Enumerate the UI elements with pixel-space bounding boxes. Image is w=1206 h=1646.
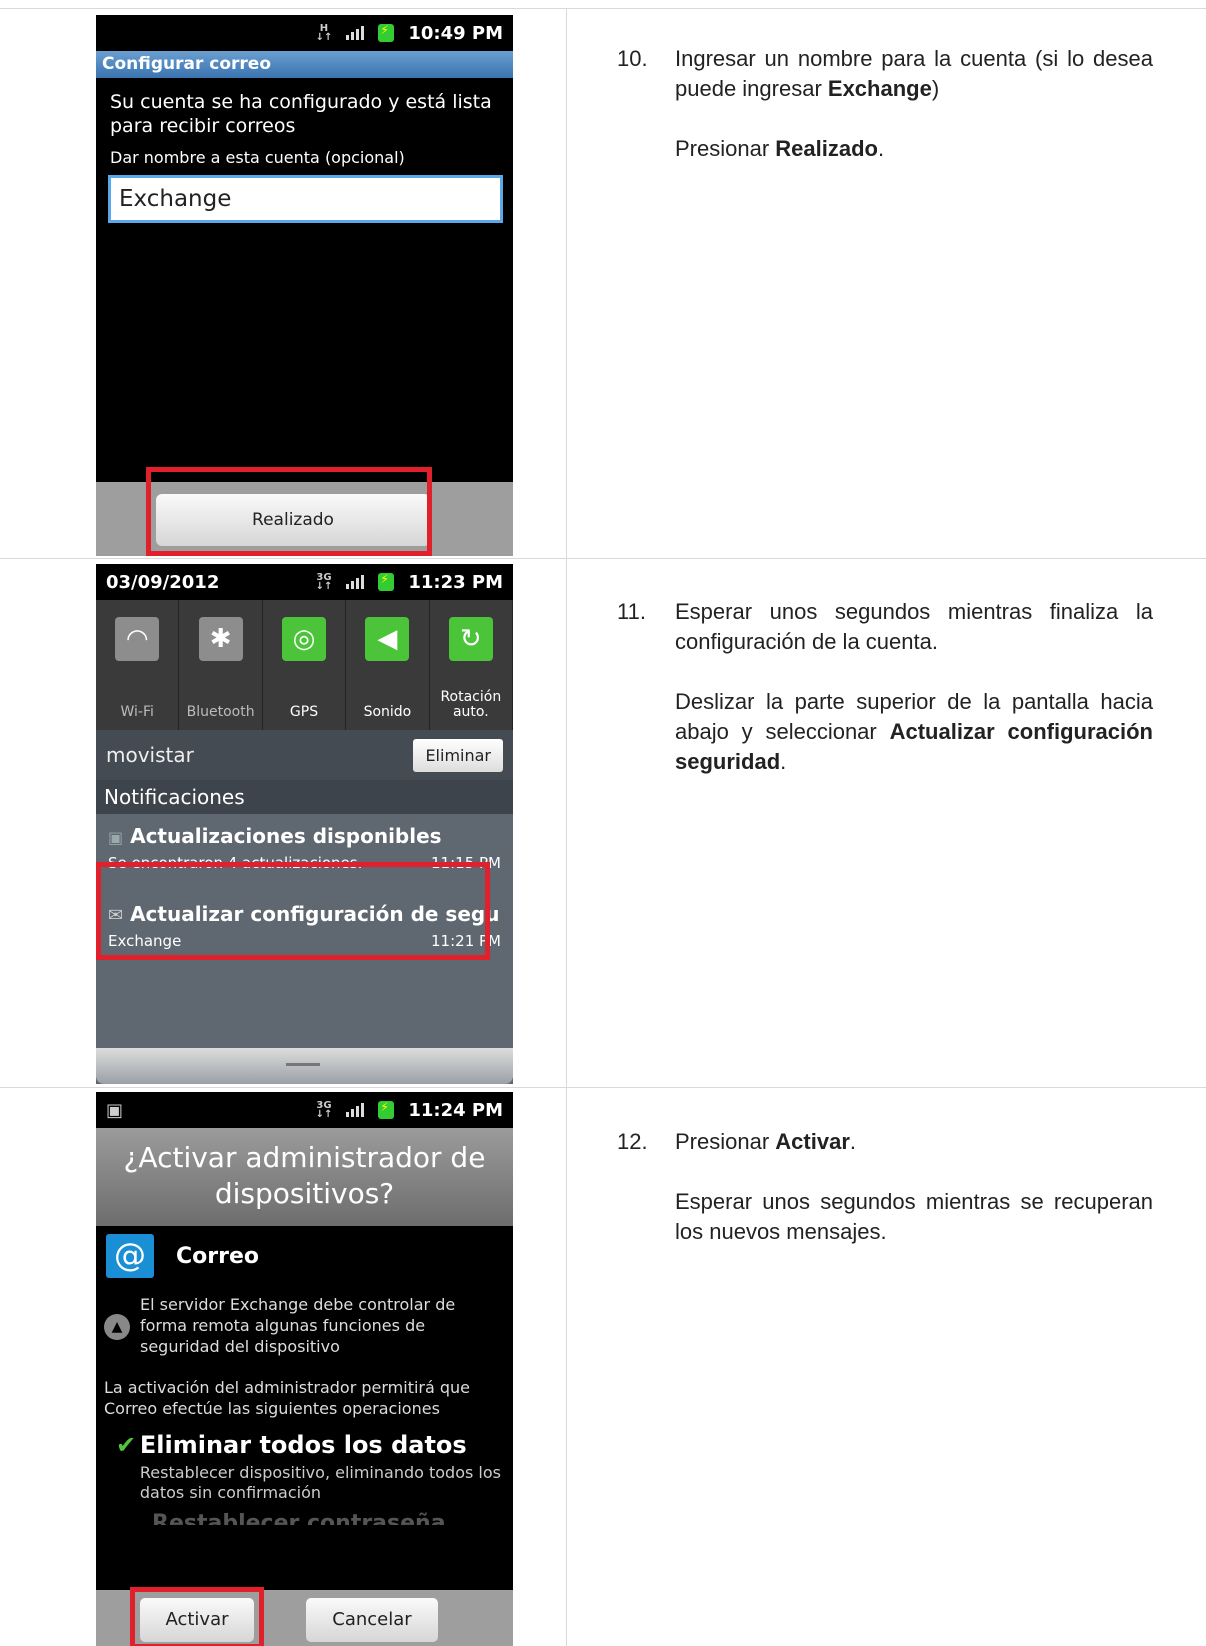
battery-icon (378, 23, 395, 42)
quick-settings: ◠ Wi-Fi ✱ Bluetooth ◎ GPS ◀ Sonido ↻ Rotación… (96, 600, 513, 730)
step-text: Presionar Realizado. (675, 136, 885, 161)
step-10: 10. Ingresar un nombre para la cuenta (s… (617, 44, 1153, 164)
permission-item: ✔ Eliminar todos los datos Restablecer d… (116, 1431, 501, 1502)
bluetooth-icon: ✱ (198, 617, 243, 661)
cancelar-button[interactable]: Cancelar (306, 1598, 438, 1642)
signal-icon (346, 26, 365, 40)
table-border-mid (566, 8, 567, 1646)
highlight-box (96, 862, 490, 960)
quick-gps[interactable]: ◎ GPS (263, 600, 347, 730)
carrier-row: movistar Eliminar (96, 730, 513, 780)
step-number: 11. (617, 599, 646, 624)
step-number: 12. (617, 1129, 648, 1154)
dialog-title: ¿Activar administrador de dispositivos? (96, 1128, 513, 1226)
quick-bluetooth[interactable]: ✱ Bluetooth (179, 600, 263, 730)
step-text: Ingresar un nombre para la cuenta (si lo… (675, 46, 1153, 101)
status-time: 10:49 PM (408, 22, 503, 44)
signal-icon (346, 1103, 365, 1117)
status-bar: H↓↑ 10:49 PM (96, 15, 513, 51)
quick-rotation[interactable]: ↻ Rotación auto. (430, 600, 513, 730)
network-icon: 3G ↓↑ (315, 1100, 333, 1120)
screenshot-notification-panel: 03/09/2012 3G↓↑ 11:23 PM ◠Wi-Fi ✱Bluetoo… (96, 564, 513, 1084)
screenshot-configurar-correo: H↓↑ 10:49 PM Configurar correo Su cuenta… (96, 15, 513, 556)
step-text: Deslizar la parte superior de la pantall… (675, 689, 1153, 774)
step-number: 10. (617, 46, 648, 71)
drag-handle[interactable] (96, 1048, 513, 1084)
highlight-box (146, 467, 432, 556)
signal-icon (346, 575, 365, 589)
wifi-icon: ◠ (115, 617, 160, 661)
chevron-up-icon[interactable]: ▲ (104, 1314, 130, 1340)
screenshot-device-admin: ▣ 3G↓↑ 11:24 PM ¿Activar administrador d… (96, 1092, 513, 1646)
carrier-name: movistar (106, 743, 194, 767)
gps-icon: ◎ (282, 617, 327, 661)
battery-icon (378, 572, 395, 591)
step-12: 12. Presionar Activar. Esperar unos segu… (617, 1127, 1153, 1247)
admin-description: ▲ El servidor Exchange debe controlar de… (96, 1286, 513, 1357)
screen-title: Configurar correo (96, 51, 513, 78)
step-text: Esperar unos segundos mientras se recupe… (675, 1189, 1153, 1244)
activation-text: La activación del administrador permitir… (104, 1378, 471, 1418)
package-icon: ▣ (108, 828, 124, 847)
network-icon: H ↓↑ (315, 23, 333, 43)
clear-button[interactable]: Eliminar (413, 738, 503, 772)
step-text: Esperar unos segundos mientras finaliza … (675, 599, 1153, 654)
speaker-icon: ◀ (365, 617, 410, 661)
network-icon: 3G ↓↑ (315, 572, 333, 592)
notifications-header: Notificaciones (96, 780, 513, 814)
status-time: 11:24 PM (408, 1099, 503, 1121)
app-row: @ Correo (96, 1226, 513, 1286)
permission-item-partial: Restablecer contraseña (152, 1511, 446, 1525)
rotate-icon: ↻ (448, 617, 493, 661)
app-name: Correo (176, 1243, 259, 1269)
highlight-box (130, 1587, 264, 1646)
at-sign-icon: @ (106, 1234, 154, 1278)
account-name-input[interactable]: Exchange (108, 175, 503, 223)
table-border-row1 (0, 558, 1206, 559)
status-date: 03/09/2012 (106, 571, 220, 593)
step-11: 11. Esperar unos segundos mientras final… (617, 597, 1153, 777)
table-border-top (0, 8, 1206, 9)
status-bar: ▣ 3G↓↑ 11:24 PM (96, 1092, 513, 1128)
lock-icon: ▣ (106, 1099, 124, 1121)
quick-sound[interactable]: ◀ Sonido (346, 600, 430, 730)
status-time: 11:23 PM (408, 571, 503, 593)
check-icon: ✔ (116, 1431, 137, 1459)
setup-message: Su cuenta se ha configurado y está lista… (110, 91, 492, 137)
account-name-label: Dar nombre a esta cuenta (opcional) (110, 148, 405, 167)
battery-icon (378, 1100, 395, 1119)
quick-wifi[interactable]: ◠ Wi-Fi (96, 600, 180, 730)
status-bar: 03/09/2012 3G↓↑ 11:23 PM (96, 564, 513, 600)
table-border-row2 (0, 1087, 1206, 1088)
step-text: Presionar Activar. (675, 1129, 856, 1154)
